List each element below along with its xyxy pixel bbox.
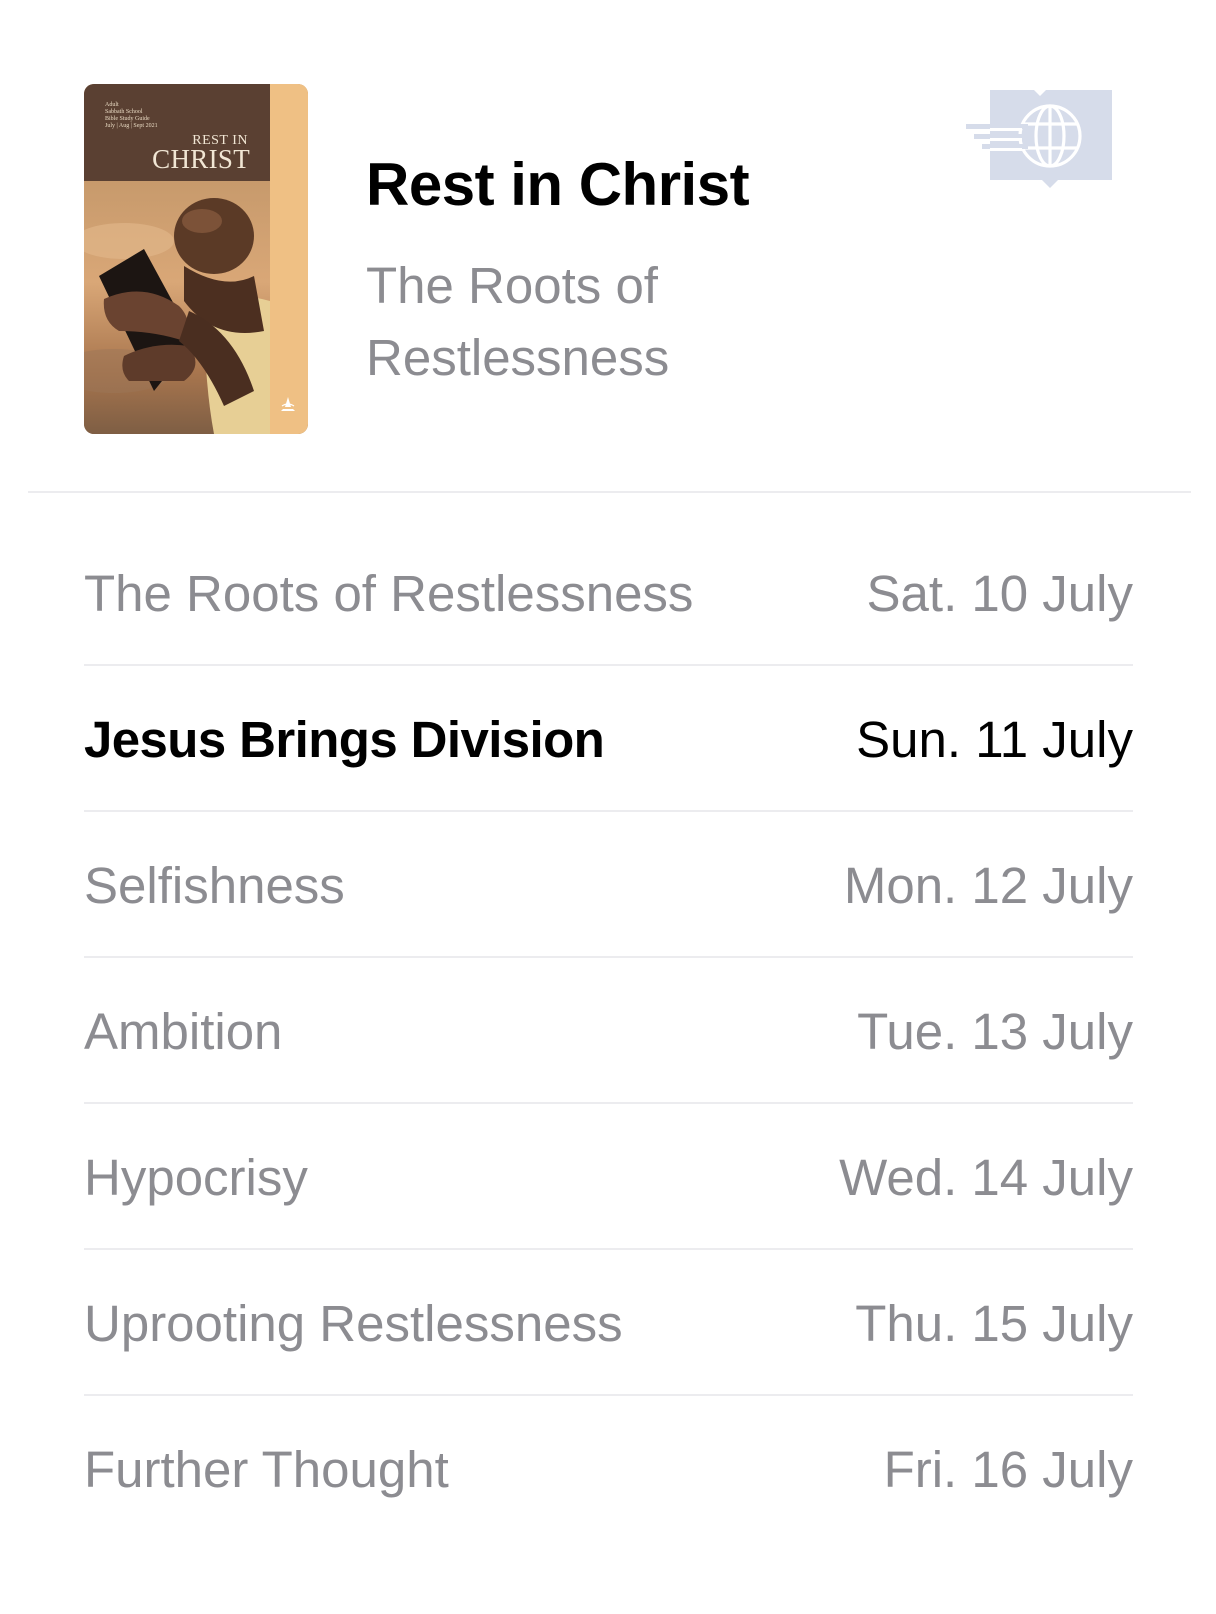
lesson-row-wed[interactable]: Hypocrisy Wed. 14 July — [84, 1104, 1133, 1250]
quarterly-title: Rest in Christ — [366, 151, 750, 218]
cover-small-text: Adult Sabbath School Bible Study Guide J… — [105, 102, 158, 129]
lesson-title: Uprooting Restlessness — [84, 1295, 623, 1352]
cover-praying-man-illustration — [84, 181, 270, 434]
lesson-date: Sun. 11 July — [856, 711, 1133, 768]
lesson-date: Tue. 13 July — [857, 1003, 1133, 1060]
church-logo-icon — [281, 397, 295, 411]
lesson-row-fri[interactable]: Further Thought Fri. 16 July — [84, 1396, 1133, 1542]
lesson-title: Hypocrisy — [84, 1149, 308, 1206]
lesson-row-sun-current[interactable]: Jesus Brings Division Sun. 11 July — [84, 666, 1133, 812]
lesson-title: Further Thought — [84, 1441, 449, 1498]
lesson-title: Jesus Brings Division — [84, 711, 605, 768]
lesson-row-sat[interactable]: The Roots of Restlessness Sat. 10 July — [84, 520, 1133, 666]
lesson-date: Fri. 16 July — [883, 1441, 1133, 1498]
lesson-title: The Roots of Restlessness — [84, 565, 694, 622]
lesson-row-tue[interactable]: Ambition Tue. 13 July — [84, 958, 1133, 1104]
lesson-date: Sat. 10 July — [866, 565, 1133, 622]
globe-book-icon — [966, 90, 1112, 188]
lesson-row-mon[interactable]: Selfishness Mon. 12 July — [84, 812, 1133, 958]
cover-title-line2: CHRIST — [152, 144, 250, 174]
lesson-subtitle: The Roots of Restlessness — [366, 257, 670, 386]
lesson-date: Wed. 14 July — [839, 1149, 1133, 1206]
lesson-title: Selfishness — [84, 857, 345, 914]
lesson-title: Ambition — [84, 1003, 283, 1060]
lesson-date: Mon. 12 July — [843, 857, 1133, 914]
cover-side-stripe — [270, 84, 308, 434]
cover-title-band: Adult Sabbath School Bible Study Guide J… — [84, 84, 270, 181]
lesson-date: Thu. 15 July — [855, 1295, 1133, 1352]
quarterly-cover-image[interactable]: Adult Sabbath School Bible Study Guide J… — [84, 84, 308, 434]
lesson-row-thu[interactable]: Uprooting Restlessness Thu. 15 July — [84, 1250, 1133, 1396]
lesson-day-list: The Roots of Restlessness Sat. 10 July J… — [84, 520, 1133, 1542]
header-divider — [28, 491, 1191, 493]
lesson-header: Adult Sabbath School Bible Study Guide J… — [0, 0, 1216, 493]
